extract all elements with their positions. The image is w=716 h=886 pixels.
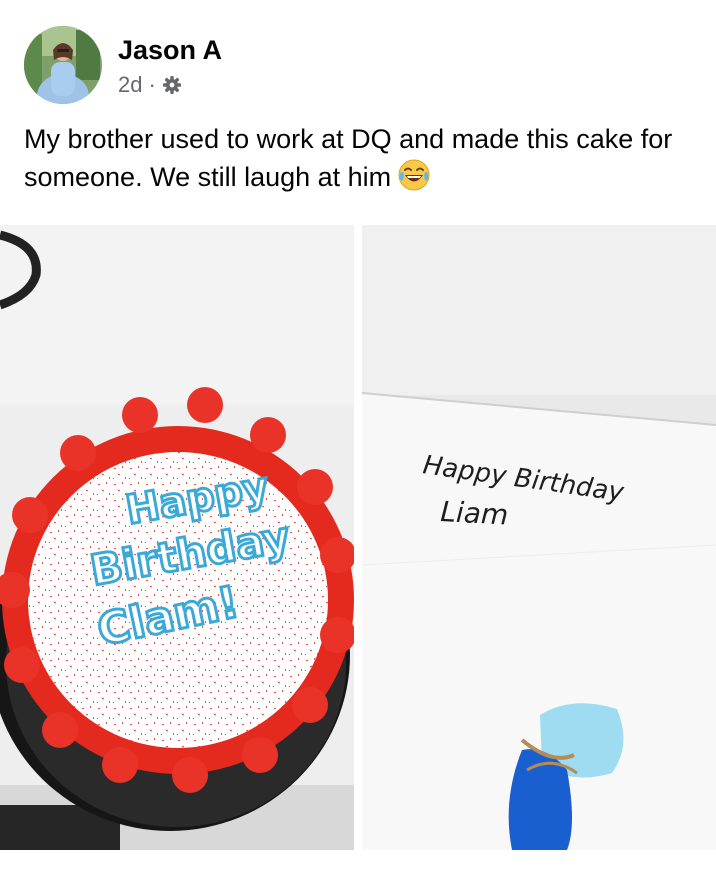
avatar[interactable] [24,26,102,104]
photo-grid: Happy Birthday Clam! Happy Birthday Liam [0,225,716,850]
meta-separator: · [148,72,156,97]
gear-icon[interactable] [162,75,182,95]
post-header: Jason A 2d · [24,26,222,106]
note-line-2: Liam [440,495,509,532]
post-text: My brother used to work at DQ and made t… [24,120,694,202]
laughing-crying-emoji-icon [397,158,431,202]
post-meta: 2d · [118,72,222,98]
post-message: My brother used to work at DQ and made t… [24,124,673,192]
cake-photo[interactable]: Happy Birthday Clam! [0,225,354,850]
author-name[interactable]: Jason A [118,34,222,66]
post-timestamp[interactable]: 2d [118,72,142,98]
note-photo[interactable]: Happy Birthday Liam [362,225,716,850]
